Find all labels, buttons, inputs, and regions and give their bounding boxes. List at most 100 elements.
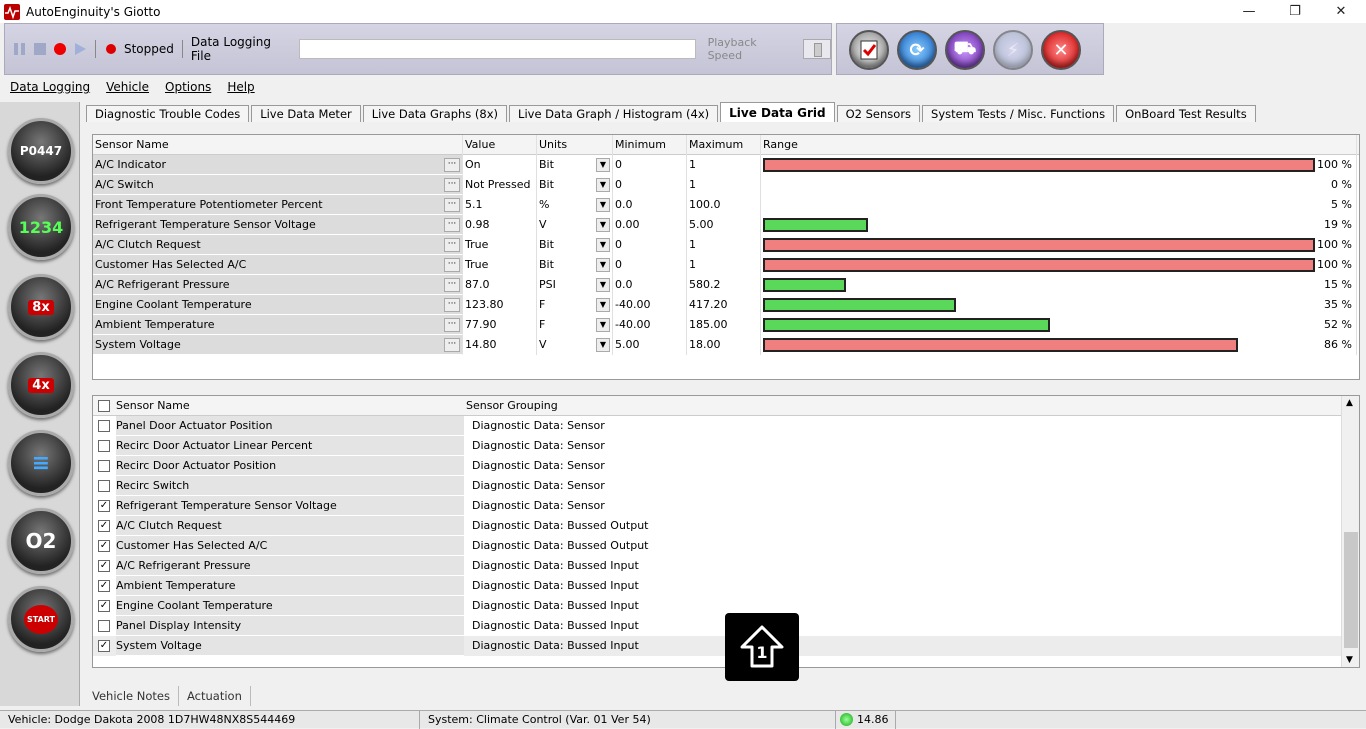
tab-onboard-test-results[interactable]: OnBoard Test Results: [1116, 105, 1256, 122]
header-range[interactable]: Range: [761, 134, 1357, 155]
list-item[interactable]: Recirc Switch Diagnostic Data: Sensor: [93, 476, 1359, 496]
connect-icon[interactable]: ⚡: [993, 30, 1033, 70]
list-item[interactable]: Panel Door Actuator Position Diagnostic D…: [93, 416, 1359, 436]
sensor-checkbox[interactable]: [98, 440, 110, 452]
units-dropdown-icon[interactable]: ▼: [596, 278, 610, 292]
grid-row[interactable]: A/C Refrigerant Pressure ··· 87.0 PSI ▼ 0.0 58…: [93, 275, 1359, 295]
menu-data-logging[interactable]: Data Logging: [10, 80, 90, 94]
header-sensor-name[interactable]: Sensor Name: [93, 134, 463, 155]
system-tests-button[interactable]: START: [8, 586, 74, 652]
header-sensor-name[interactable]: Sensor Name: [116, 396, 464, 416]
clipboard-check-icon[interactable]: [849, 30, 889, 70]
units-cell[interactable]: V ▼: [537, 335, 613, 355]
grid-row[interactable]: Ambient Temperature ··· 77.90 F ▼ -40.00 185.0…: [93, 315, 1359, 335]
playback-speed-slider[interactable]: [803, 39, 831, 59]
units-cell[interactable]: V ▼: [537, 215, 613, 235]
header-maximum[interactable]: Maximum: [687, 134, 761, 155]
units-cell[interactable]: F ▼: [537, 315, 613, 335]
sensor-checkbox[interactable]: ✓: [98, 600, 110, 612]
stop-icon[interactable]: [33, 42, 47, 56]
ellipsis-button[interactable]: ···: [444, 178, 460, 192]
units-dropdown-icon[interactable]: ▼: [596, 218, 610, 232]
exit-icon[interactable]: ✕: [1041, 30, 1081, 70]
scroll-down-icon[interactable]: ▼: [1346, 655, 1353, 665]
tab-live-data-meter[interactable]: Live Data Meter: [251, 105, 361, 122]
grid-row[interactable]: A/C Indicator ··· On Bit ▼ 0 1 100 %: [93, 155, 1359, 175]
header-sensor-grouping[interactable]: Sensor Grouping: [464, 396, 558, 416]
live-data-grid-button[interactable]: ≡: [8, 430, 74, 496]
units-dropdown-icon[interactable]: ▼: [596, 298, 610, 312]
list-item[interactable]: ✓ Customer Has Selected A/C Diagnostic Dat…: [93, 536, 1359, 556]
tab-actuation[interactable]: Actuation: [179, 686, 251, 706]
list-item[interactable]: Recirc Door Actuator Position Diagnostic …: [93, 456, 1359, 476]
sensor-checkbox[interactable]: ✓: [98, 560, 110, 572]
ellipsis-button[interactable]: ···: [444, 238, 460, 252]
units-cell[interactable]: Bit ▼: [537, 175, 613, 195]
ellipsis-button[interactable]: ···: [444, 158, 460, 172]
units-dropdown-icon[interactable]: ▼: [596, 178, 610, 192]
tab-live-data-graph-histogram-4x[interactable]: Live Data Graph / Histogram (4x): [509, 105, 719, 122]
sensor-checkbox[interactable]: [98, 620, 110, 632]
units-cell[interactable]: PSI ▼: [537, 275, 613, 295]
units-dropdown-icon[interactable]: ▼: [596, 238, 610, 252]
minimize-button[interactable]: —: [1226, 0, 1272, 23]
scroll-thumb[interactable]: [1344, 532, 1358, 648]
live-data-graph-4x-button[interactable]: 4x: [8, 352, 74, 418]
ellipsis-button[interactable]: ···: [444, 318, 460, 332]
live-data-meter-button[interactable]: 1234: [8, 194, 74, 260]
units-cell[interactable]: Bit ▼: [537, 255, 613, 275]
list-item[interactable]: ✓ Refrigerant Temperature Sensor Voltage D…: [93, 496, 1359, 516]
ellipsis-button[interactable]: ···: [444, 338, 460, 352]
tab-system-tests-misc-functions[interactable]: System Tests / Misc. Functions: [922, 105, 1115, 122]
record-icon[interactable]: [53, 42, 67, 56]
grid-row[interactable]: A/C Clutch Request ··· True Bit ▼ 0 1 100 %: [93, 235, 1359, 255]
units-dropdown-icon[interactable]: ▼: [596, 338, 610, 352]
sensor-checkbox[interactable]: ✓: [98, 500, 110, 512]
grid-row[interactable]: System Voltage ··· 14.80 V ▼ 5.00 18.00 86 %: [93, 335, 1359, 355]
list-item[interactable]: Recirc Door Actuator Linear Percent Diagn…: [93, 436, 1359, 456]
tab-live-data-grid[interactable]: Live Data Grid: [720, 102, 835, 122]
tab-vehicle-notes[interactable]: Vehicle Notes: [84, 686, 179, 706]
grid-row[interactable]: Front Temperature Potentiometer Percent ·…: [93, 195, 1359, 215]
scroll-up-icon[interactable]: ▲: [1346, 398, 1353, 408]
menu-options[interactable]: Options: [165, 80, 211, 94]
live-data-graphs-8x-button[interactable]: 8x: [8, 274, 74, 340]
menu-vehicle[interactable]: Vehicle: [106, 80, 149, 94]
ellipsis-button[interactable]: ···: [444, 278, 460, 292]
list-item[interactable]: ✓ A/C Refrigerant Pressure Diagnostic Data…: [93, 556, 1359, 576]
ellipsis-button[interactable]: ···: [444, 298, 460, 312]
units-cell[interactable]: % ▼: [537, 195, 613, 215]
sensor-checkbox[interactable]: [98, 420, 110, 432]
header-minimum[interactable]: Minimum: [613, 134, 687, 155]
grid-row[interactable]: Refrigerant Temperature Sensor Voltage ··…: [93, 215, 1359, 235]
grid-row[interactable]: A/C Switch ··· Not Pressed Bit ▼ 0 1 0 %: [93, 175, 1359, 195]
tab-live-data-graphs-8x[interactable]: Live Data Graphs (8x): [362, 105, 508, 122]
sensor-checkbox[interactable]: ✓: [98, 520, 110, 532]
pause-icon[interactable]: [13, 42, 27, 56]
maximize-button[interactable]: ❐: [1272, 0, 1318, 23]
units-cell[interactable]: Bit ▼: [537, 155, 613, 175]
dtc-button[interactable]: P0447: [8, 118, 74, 184]
sensor-checkbox[interactable]: ✓: [98, 540, 110, 552]
units-dropdown-icon[interactable]: ▼: [596, 258, 610, 272]
units-dropdown-icon[interactable]: ▼: [596, 318, 610, 332]
refresh-icon[interactable]: ⟳: [897, 30, 937, 70]
tab-o2-sensors[interactable]: O2 Sensors: [836, 105, 921, 122]
o2-sensors-button[interactable]: O2: [8, 508, 74, 574]
menu-help[interactable]: Help: [227, 80, 254, 94]
units-dropdown-icon[interactable]: ▼: [596, 198, 610, 212]
vehicle-icon[interactable]: ⛟: [945, 30, 985, 70]
sensor-checkbox[interactable]: ✓: [98, 640, 110, 652]
sensor-list-scrollbar[interactable]: ▲ ▼: [1341, 396, 1359, 667]
play-icon[interactable]: [73, 42, 87, 56]
close-button[interactable]: ✕: [1318, 0, 1364, 23]
list-item[interactable]: ✓ A/C Clutch Request Diagnostic Data: Buss…: [93, 516, 1359, 536]
header-value[interactable]: Value: [463, 134, 537, 155]
tab-diagnostic-trouble-codes[interactable]: Diagnostic Trouble Codes: [86, 105, 250, 122]
grid-row[interactable]: Customer Has Selected A/C ··· True Bit ▼ 0 1 10…: [93, 255, 1359, 275]
select-all-checkbox[interactable]: [98, 399, 110, 412]
grid-row[interactable]: Engine Coolant Temperature ··· 123.80 F ▼ -40…: [93, 295, 1359, 315]
ellipsis-button[interactable]: ···: [444, 218, 460, 232]
units-cell[interactable]: F ▼: [537, 295, 613, 315]
sensor-checkbox[interactable]: [98, 480, 110, 492]
